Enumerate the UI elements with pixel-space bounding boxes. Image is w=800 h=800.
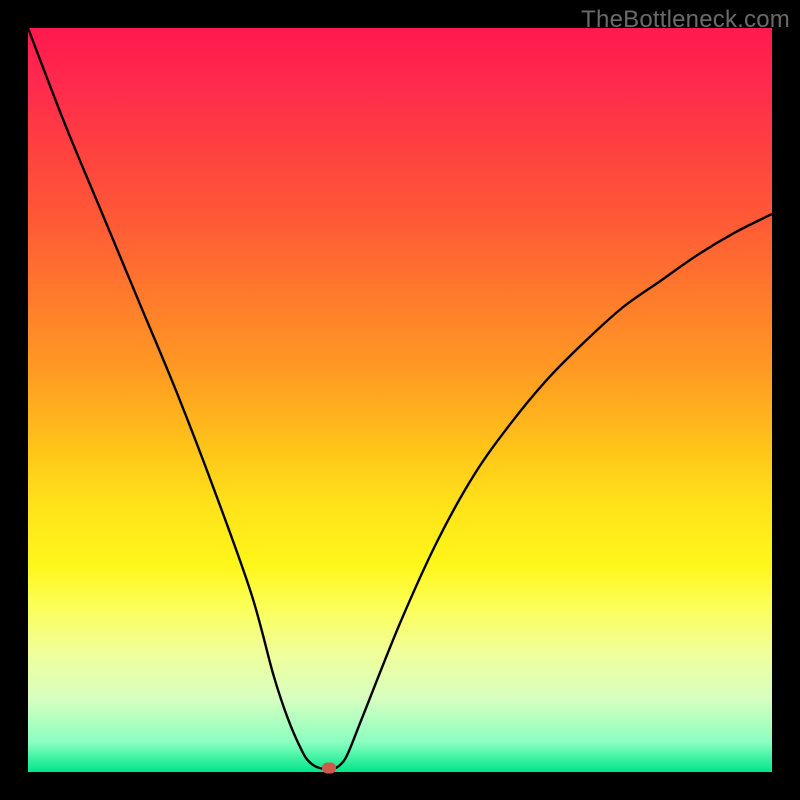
curve-svg [28, 28, 772, 772]
bottleneck-curve [28, 28, 772, 769]
plot-area [28, 28, 772, 772]
chart-frame: TheBottleneck.com [0, 0, 800, 800]
minimum-marker [322, 762, 336, 773]
watermark-text: TheBottleneck.com [581, 6, 790, 34]
